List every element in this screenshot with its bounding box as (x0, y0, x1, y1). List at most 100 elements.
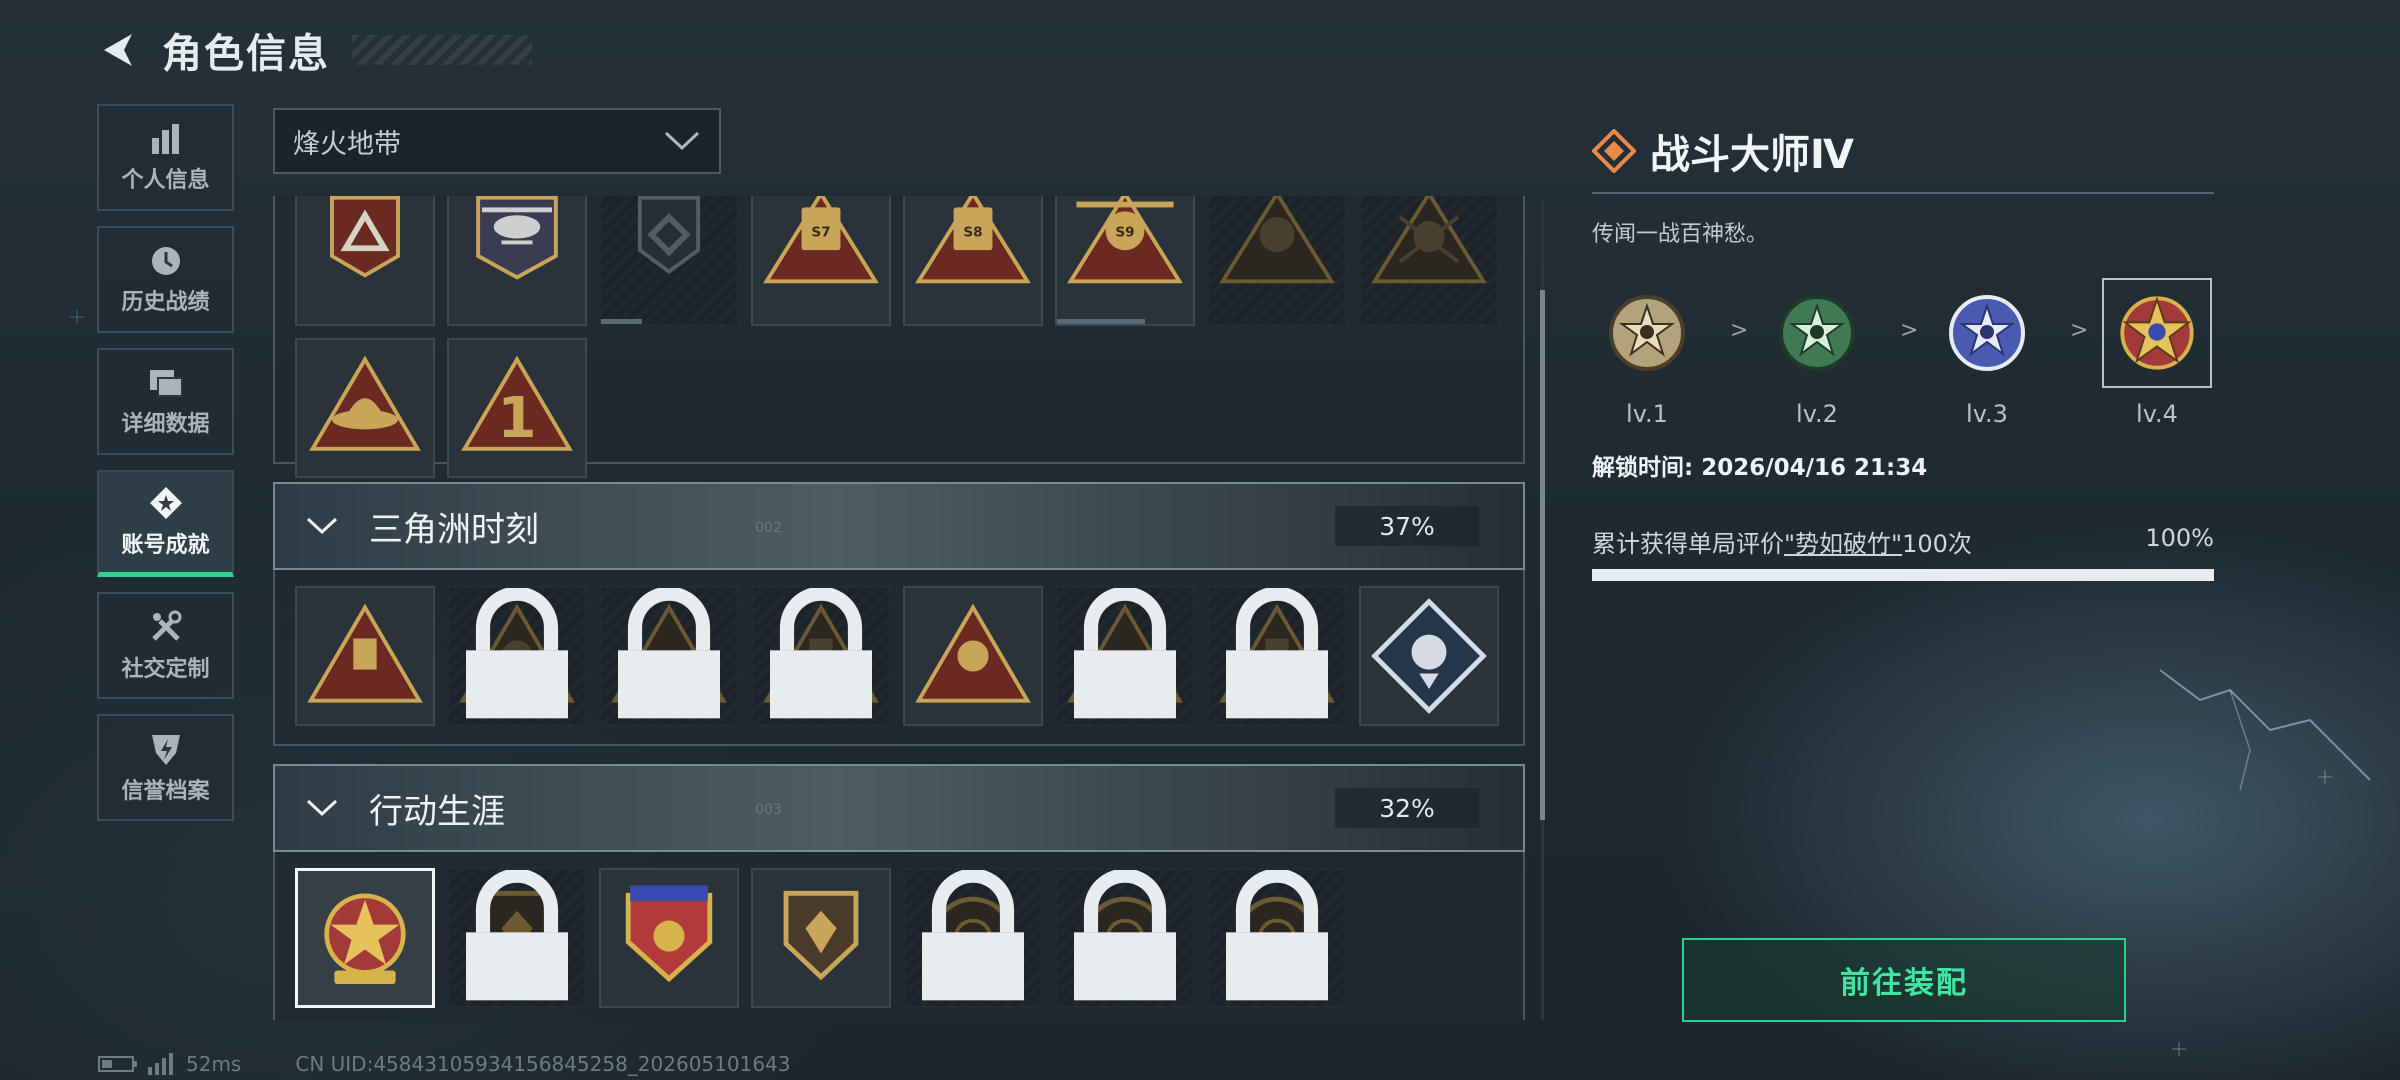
sidebar-item-social[interactable]: 社交定制 (97, 592, 234, 699)
title-divider (1592, 192, 2214, 194)
level-3[interactable]: lv.3 (1932, 278, 2042, 428)
level-label: lv.1 (1626, 400, 1668, 428)
triangle-badge-icon (915, 603, 1031, 703)
season-badge-icon: S8 (915, 196, 1031, 284)
level-4[interactable]: lv.4 (2102, 278, 2212, 428)
achievement-tile[interactable]: S7 (751, 196, 891, 326)
equip-button[interactable]: 前往装配 (1682, 938, 2126, 1022)
number-one-badge-icon: 1 (461, 355, 573, 451)
sidebar-item-profile[interactable]: 个人信息 (97, 104, 234, 211)
shield-icon (151, 734, 180, 765)
lock-icon (1226, 870, 1328, 1001)
hooded-badge-icon (1219, 196, 1335, 284)
user-uid: CN UID:45843105934156845258_202605101643 (295, 1052, 791, 1076)
crosshair-decoration (2172, 1042, 2186, 1056)
achievement-tile-selected[interactable] (295, 868, 435, 1008)
achievement-tile[interactable] (1359, 586, 1499, 726)
sidebar-item-achievements[interactable]: 账号成就 (97, 470, 234, 577)
achievement-tile[interactable] (599, 586, 739, 726)
achievement-tile[interactable]: 1 (447, 338, 587, 478)
scrollbar[interactable] (1540, 290, 1545, 820)
task-prefix: 累计获得单局评价 (1592, 530, 1784, 558)
rose-diamond-badge-icon (1371, 598, 1487, 714)
battery-icon (98, 1056, 137, 1072)
bar-chart-icon (151, 123, 179, 154)
triangle-badge-icon (330, 196, 400, 278)
sidebar-item-history[interactable]: 历史战绩 (97, 226, 234, 333)
level-1[interactable]: lv.1 (1592, 278, 1702, 428)
achievement-tile[interactable] (447, 196, 587, 326)
achievement-tile[interactable] (447, 868, 587, 1008)
detail-title-text: 战斗大师Ⅳ (1650, 132, 1854, 178)
sidebar-item-details[interactable]: 详细数据 (97, 348, 234, 455)
achievement-tile[interactable] (599, 196, 739, 326)
level-medal (1762, 278, 1872, 388)
chevron-down-icon (306, 517, 338, 535)
detail-title: 战斗大师Ⅳ (1592, 120, 2214, 182)
title-decoration (352, 35, 532, 65)
task-progress-bar (1592, 569, 2214, 581)
hat-badge-icon (309, 355, 421, 451)
achievement-group-top: S7 S8 S9 1 (273, 196, 1525, 478)
achievement-tile[interactable] (447, 586, 587, 726)
back-button[interactable] (96, 28, 140, 72)
sidebar-item-label: 详细数据 (121, 411, 210, 437)
ping-value: 52ms (186, 1052, 242, 1076)
lightning-decoration (2159, 669, 2371, 791)
crest-badge-icon (625, 885, 713, 983)
achievement-tile[interactable] (1207, 586, 1347, 726)
achievement-tile[interactable] (1359, 196, 1499, 326)
emblem-badge-icon (637, 196, 701, 274)
lock-icon (466, 588, 568, 719)
achievement-tile[interactable]: S9 (1055, 196, 1195, 326)
shield-emblem-icon (783, 890, 859, 981)
lock-icon (466, 870, 568, 1001)
achievement-tile[interactable] (903, 586, 1043, 726)
lock-icon (618, 588, 720, 719)
task-percent: 100% (2145, 524, 2214, 552)
star-medal-icon (1609, 295, 1685, 371)
level-label: lv.3 (1966, 400, 2008, 428)
chevron-down-icon (306, 799, 338, 817)
sidebar-item-label: 历史战绩 (121, 289, 210, 315)
category-header[interactable]: 三角洲时刻 002 37% (273, 482, 1525, 570)
season-label: S8 (963, 225, 982, 241)
achievement-tile[interactable] (751, 868, 891, 1008)
level-medal (1592, 278, 1702, 388)
level-2[interactable]: lv.2 (1762, 278, 1872, 428)
lock-icon (922, 870, 1024, 1001)
category-percent: 37% (1335, 506, 1479, 546)
achievement-detail-panel: 战斗大师Ⅳ 传闻一战百神愁。 lv.1 > lv.2 > lv.3 > lv.4… (1592, 120, 2214, 581)
back-arrow-icon (104, 34, 132, 66)
mode-dropdown-value: 烽火地带 (293, 128, 401, 160)
badge-number: 1 (497, 386, 536, 451)
level-separator: > (1730, 318, 1749, 343)
achievement-tile[interactable] (751, 586, 891, 726)
level-label: lv.2 (1796, 400, 1838, 428)
task-highlight: "势如破竹" (1784, 530, 1903, 558)
level-progression: lv.1 > lv.2 > lv.3 > lv.4 (1592, 278, 2214, 448)
season-badge-icon: S9 (1067, 196, 1183, 284)
sidebar-item-reputation[interactable]: 信誉档案 (97, 714, 234, 821)
achievement-tile[interactable] (1055, 868, 1195, 1008)
achievement-tile[interactable] (1207, 868, 1347, 1008)
achievement-progress (601, 319, 642, 324)
lock-icon (770, 588, 872, 719)
achievement-tile[interactable] (903, 868, 1043, 1008)
season-badge-icon: S7 (763, 196, 879, 284)
signal-icon (148, 1053, 173, 1075)
category-header[interactable]: 行动生涯 003 32% (273, 764, 1525, 852)
unlock-time: 解锁时间: 2026/04/16 21:34 (1592, 455, 1928, 481)
achievement-tile[interactable] (1207, 196, 1347, 326)
star-medal-icon (1949, 295, 2025, 371)
achievement-tile[interactable]: S8 (903, 196, 1043, 326)
lock-icon (1226, 588, 1328, 719)
achievement-tile[interactable] (599, 868, 739, 1008)
achievement-tile[interactable] (295, 338, 435, 478)
achievement-tile[interactable] (295, 196, 435, 326)
task-row: 累计获得单局评价"势如破竹"100次 100% (1592, 524, 2214, 559)
badge-icon (149, 487, 182, 519)
mode-dropdown[interactable]: 烽火地带 (273, 108, 721, 174)
achievement-tile[interactable] (1055, 586, 1195, 726)
achievement-tile[interactable] (295, 586, 435, 726)
